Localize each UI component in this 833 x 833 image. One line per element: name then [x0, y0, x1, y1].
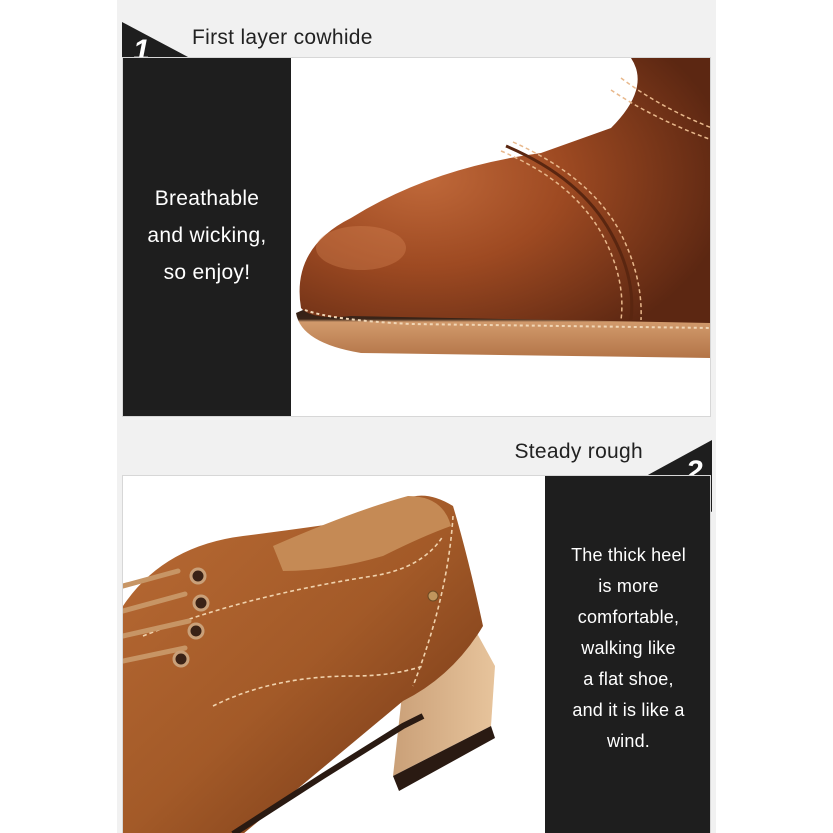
- section-1-caption-panel: Breathable and wicking, so enjoy!: [123, 58, 291, 416]
- section-2-caption-panel: The thick heel is more comfortable, walk…: [545, 476, 710, 833]
- caption-2-line: and it is like a: [572, 700, 685, 720]
- section-1-frame: Breathable and wicking, so enjoy!: [122, 57, 711, 417]
- caption-1-line: and wicking,: [147, 224, 267, 247]
- caption-2-line: walking like: [581, 638, 676, 658]
- right-margin: [716, 0, 833, 833]
- caption-2-line: The thick heel: [571, 545, 686, 565]
- section-2-frame: The thick heel is more comfortable, walk…: [122, 475, 711, 833]
- shoe-toe-closeup-image: [291, 58, 710, 416]
- caption-1-line: so enjoy!: [163, 261, 251, 284]
- section-1-caption: Breathable and wicking, so enjoy!: [123, 180, 291, 291]
- caption-2-line: wind.: [606, 731, 651, 751]
- caption-2-line: comfortable,: [577, 607, 680, 627]
- caption-2-line: is more: [598, 576, 659, 596]
- left-margin: [0, 0, 117, 833]
- section-1-title: First layer cowhide: [192, 26, 373, 49]
- section-2-title: Steady rough: [514, 440, 643, 463]
- shoe-heel-side-image: [123, 476, 545, 833]
- caption-2-line: a flat shoe,: [583, 669, 674, 689]
- section-2-caption: The thick heel is more comfortable, walk…: [545, 540, 710, 757]
- caption-1-line: Breathable: [154, 187, 260, 210]
